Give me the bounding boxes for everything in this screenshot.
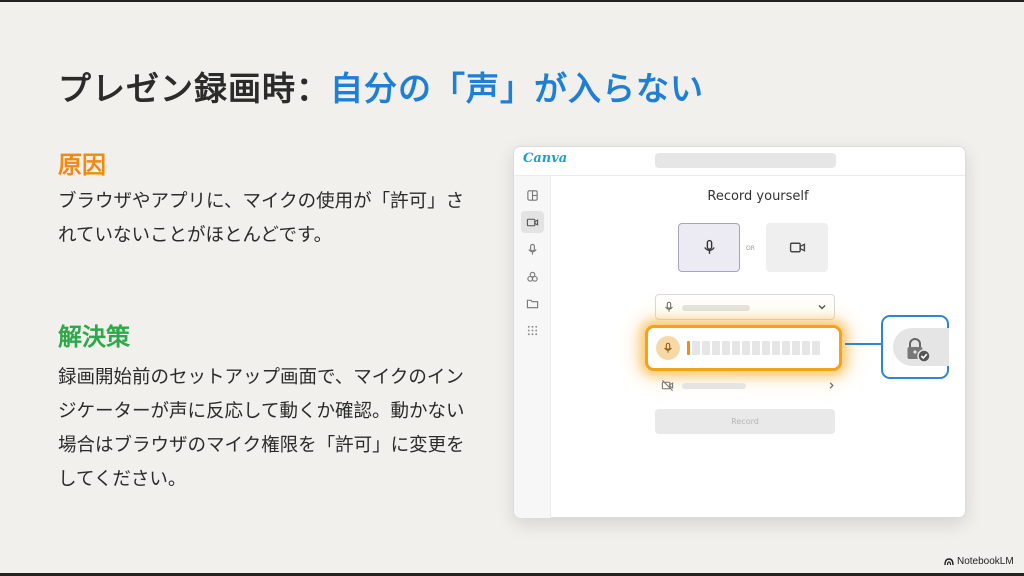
mic-level-segment: [712, 341, 720, 355]
mic-icon: [656, 336, 680, 360]
camera-icon: [789, 242, 805, 253]
mock-search-bar[interactable]: [655, 153, 836, 168]
mic-level-segment: [732, 341, 740, 355]
solution-heading: 解決策: [58, 323, 130, 351]
mic-level-segment: [762, 341, 770, 355]
canva-logo: Canva: [523, 151, 568, 166]
mic-level-segment: [702, 341, 710, 355]
mic-icon: [665, 301, 673, 312]
canva-mock-window: Canva Record yourself OR Record: [513, 146, 966, 518]
camera-select-placeholder: [682, 383, 746, 389]
slide-title: プレゼン録画時：自分の「声」が入らない: [58, 62, 704, 110]
microphone-icon: [703, 239, 715, 254]
mic-level-bar: [687, 341, 820, 355]
mic-level-segment: [692, 341, 700, 355]
apps-grid-icon[interactable]: [521, 319, 544, 341]
mic-level-segment-active: [687, 341, 690, 355]
video-icon[interactable]: [521, 211, 544, 233]
cause-body: ブラウザやアプリに、マイクの使用が「許可」されていないことがほとんどです。: [58, 191, 465, 246]
notebooklm-logo-icon: [944, 557, 954, 565]
or-separator: OR: [746, 245, 755, 252]
mic-level-segment: [782, 341, 790, 355]
lock-check-icon: [907, 338, 931, 363]
folder-icon[interactable]: [521, 292, 544, 314]
mic-level-segment: [752, 341, 760, 355]
mic-level-segment: [742, 341, 750, 355]
record-button[interactable]: Record: [655, 409, 835, 434]
mic-level-segment: [792, 341, 800, 355]
mock-topbar: Canva: [514, 147, 965, 176]
audio-option-button[interactable]: [678, 223, 740, 272]
select-value-placeholder: [682, 305, 750, 311]
title-main: プレゼン録画時：: [58, 69, 330, 108]
record-panel-title: Record yourself: [707, 189, 809, 204]
camera-off-icon: [661, 379, 674, 392]
microphone-select[interactable]: [655, 294, 835, 320]
mic-level-indicator: [645, 325, 842, 371]
shapes-icon[interactable]: [521, 265, 544, 287]
callout-connector: [845, 343, 881, 345]
mic-level-segment: [772, 341, 780, 355]
record-panel-title-wrap: Record yourself: [514, 189, 965, 204]
notebooklm-watermark: NotebookLM: [944, 556, 1014, 567]
mic-level-segment: [802, 341, 810, 355]
permission-callout: [881, 315, 949, 379]
mic-level-segment: [812, 341, 820, 355]
solution-body: 録画開始前のセットアップ画面で、マイクのインジケーターが声に反応して動くか確認。…: [58, 367, 465, 490]
mic-icon[interactable]: [521, 238, 544, 260]
chevron-down-icon: [818, 305, 826, 310]
watermark-text: NotebookLM: [957, 556, 1014, 567]
mock-sidebar: [514, 176, 551, 518]
camera-select-row[interactable]: [661, 379, 836, 393]
cause-heading: 原因: [58, 151, 106, 179]
title-accent: 自分の「声」が入らない: [330, 69, 704, 108]
video-option-button[interactable]: [766, 223, 828, 272]
chevron-right-icon: [829, 382, 834, 389]
mic-level-segment: [722, 341, 730, 355]
